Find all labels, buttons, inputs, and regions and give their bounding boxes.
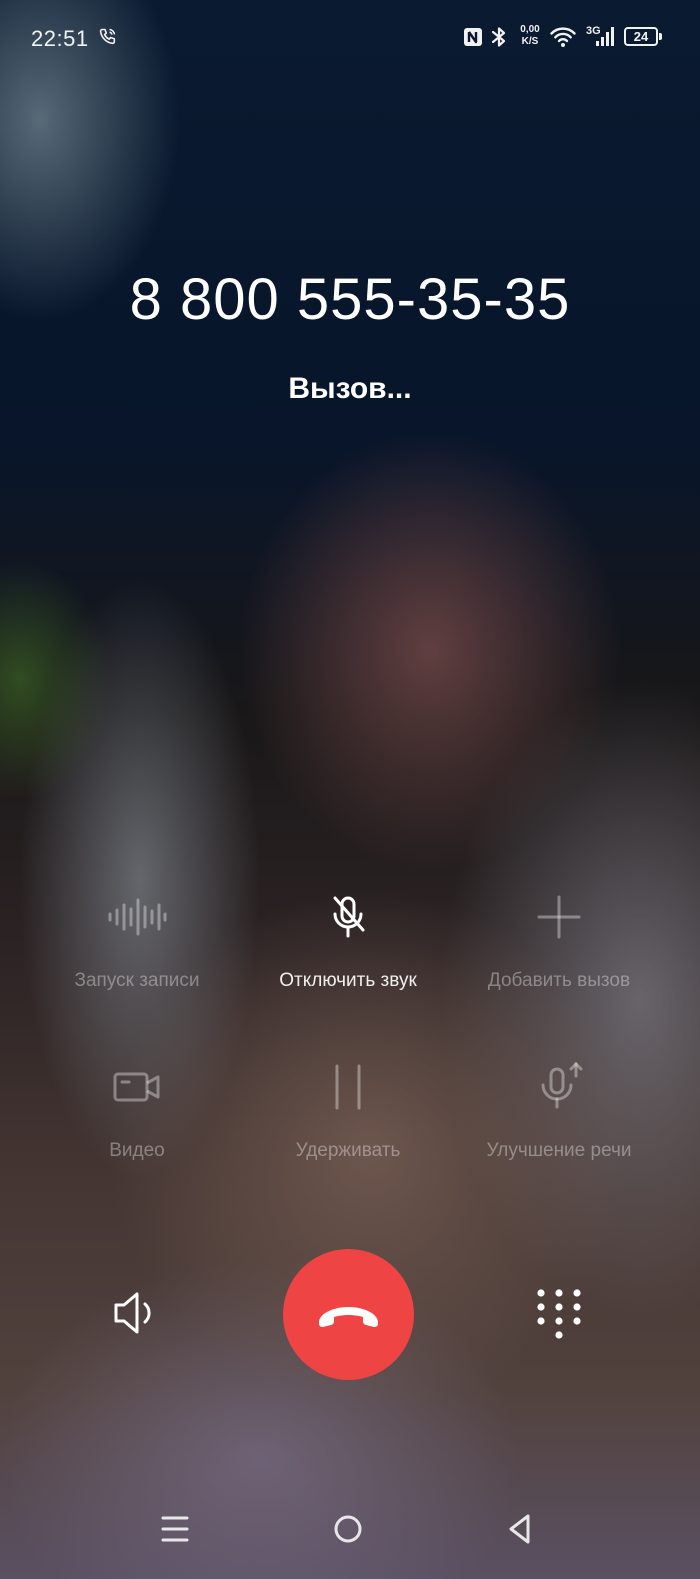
status-time: 22:51 xyxy=(31,26,89,51)
home-icon xyxy=(334,1515,362,1543)
network-speed: 0,00 K/S xyxy=(515,24,545,48)
mic-enhance-icon xyxy=(541,1062,583,1109)
menu-icon xyxy=(161,1516,189,1542)
speech-enhance-label: Улучшение речи xyxy=(486,1140,632,1161)
status-bar: 22:51 0,00 K/S 3G 24 xyxy=(0,0,700,76)
network-speed-value: 0,00 xyxy=(520,24,540,35)
record-button[interactable]: Запуск записи xyxy=(22,892,252,992)
wifi-icon xyxy=(550,27,576,47)
hold-button[interactable]: Удерживать xyxy=(233,1062,463,1162)
nfc-icon xyxy=(464,28,482,46)
end-call-icon xyxy=(319,1307,378,1327)
record-label: Запуск записи xyxy=(74,970,200,991)
network-speed-unit: K/S xyxy=(521,36,539,47)
network-type-label: 3G xyxy=(586,25,601,37)
back-icon xyxy=(509,1514,530,1544)
speaker-icon xyxy=(114,1292,151,1334)
add-call-button[interactable]: Добавить вызов xyxy=(444,892,674,992)
mute-label: Отключить звук xyxy=(279,970,417,991)
battery-level: 24 xyxy=(633,29,649,44)
dialpad-button[interactable] xyxy=(519,1273,599,1353)
signal-icon: 3G xyxy=(586,25,614,46)
voice-wave-icon xyxy=(108,898,167,936)
add-call-label: Добавить вызов xyxy=(487,970,631,991)
mute-button[interactable]: Отключить звук xyxy=(233,892,463,992)
end-call-button[interactable] xyxy=(283,1249,414,1380)
battery-cap xyxy=(659,33,662,40)
video-label: Видео xyxy=(109,1140,165,1161)
dialpad-icon xyxy=(537,1289,581,1339)
hold-label: Удерживать xyxy=(295,1140,401,1161)
nav-back-button[interactable] xyxy=(495,1505,545,1555)
speaker-button[interactable] xyxy=(97,1273,177,1353)
mic-off-icon xyxy=(333,896,365,938)
video-button[interactable]: Видео xyxy=(22,1062,252,1162)
pause-icon xyxy=(335,1064,361,1110)
plus-icon xyxy=(537,895,581,939)
phone-number: 8 800 555-35-35 xyxy=(129,267,571,332)
call-active-icon xyxy=(99,28,116,45)
video-camera-icon xyxy=(113,1072,160,1102)
speech-enhance-button[interactable]: Улучшение речи xyxy=(444,1062,674,1162)
nav-menu-button[interactable] xyxy=(150,1505,200,1555)
battery-icon: 24 xyxy=(624,27,662,46)
bluetooth-icon xyxy=(491,27,506,47)
nav-home-button[interactable] xyxy=(323,1505,373,1555)
call-status: Вызов... xyxy=(288,372,412,405)
